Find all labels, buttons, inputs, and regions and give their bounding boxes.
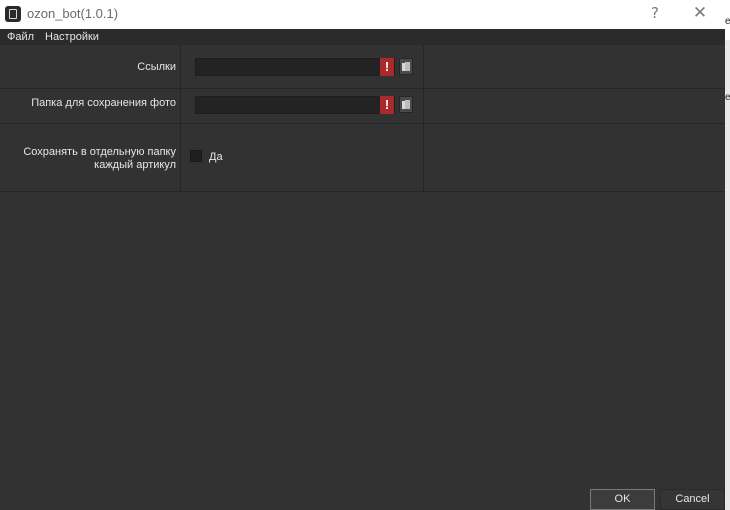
menu-file[interactable]: Файл bbox=[7, 29, 34, 45]
background-scrollbar bbox=[725, 40, 730, 510]
help-button[interactable]: ? bbox=[635, 0, 675, 29]
app-icon bbox=[5, 6, 21, 22]
menu-bar: Файл Настройки bbox=[0, 29, 725, 45]
row-divider bbox=[0, 88, 725, 89]
separate-folder-checkbox-label[interactable]: Да bbox=[209, 151, 223, 163]
background-text: е bbox=[725, 16, 730, 27]
photo-folder-label-cell: Папка для сохранения фото bbox=[0, 97, 176, 111]
separate-folder-label-cell: Сохранять в отдельную папку каждый артик… bbox=[0, 146, 176, 176]
folder-icon bbox=[402, 62, 410, 71]
main-window: ozon_bot(1.0.1) ? ✕ Файл Настройки Ссылк… bbox=[0, 0, 725, 510]
photo-folder-warning-icon: ! bbox=[380, 96, 394, 114]
grid-divider bbox=[423, 45, 424, 191]
links-warning-icon: ! bbox=[380, 58, 394, 76]
grid-divider bbox=[180, 45, 181, 191]
title-bar: ozon_bot(1.0.1) ? ✕ bbox=[0, 0, 725, 29]
folder-icon bbox=[402, 100, 410, 109]
window-title: ozon_bot(1.0.1) bbox=[27, 6, 119, 21]
links-input[interactable] bbox=[195, 58, 395, 76]
background-text: е bbox=[725, 92, 730, 103]
photo-folder-browse-button[interactable] bbox=[399, 96, 413, 113]
close-button[interactable]: ✕ bbox=[680, 0, 720, 29]
photo-folder-input[interactable] bbox=[195, 96, 395, 114]
links-label: Ссылки bbox=[137, 61, 176, 73]
cancel-button[interactable]: Cancel bbox=[660, 489, 725, 510]
photo-folder-label: Папка для сохранения фото bbox=[31, 97, 176, 109]
ok-button[interactable]: OK bbox=[590, 489, 655, 510]
row-divider bbox=[0, 191, 725, 192]
background-window-edge: е е bbox=[725, 0, 730, 510]
menu-settings[interactable]: Настройки bbox=[45, 29, 99, 45]
row-divider bbox=[0, 123, 725, 124]
links-label-cell: Ссылки bbox=[0, 61, 176, 75]
separate-folder-checkbox[interactable] bbox=[190, 150, 202, 162]
separate-folder-label-line1: Сохранять в отдельную папку bbox=[23, 146, 176, 158]
links-browse-button[interactable] bbox=[399, 58, 413, 75]
separate-folder-label-line2: каждый артикул bbox=[94, 159, 176, 171]
